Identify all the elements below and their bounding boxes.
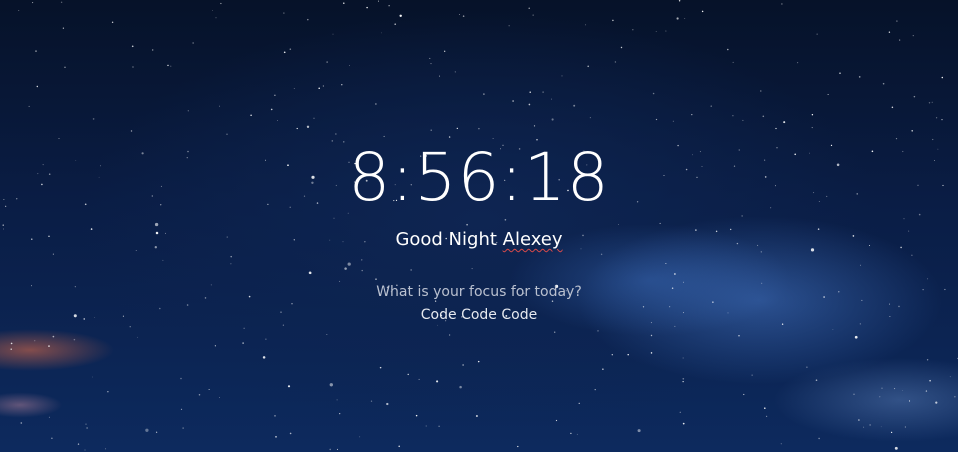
focus-answer[interactable]: Code Code Code <box>0 305 958 325</box>
greeting: Good Night Alexey <box>0 228 958 252</box>
clock-time: 8:56:18 <box>348 139 610 216</box>
main-content: 8:56:18 Good Night Alexey What is your f… <box>0 0 958 452</box>
focus-question: What is your focus for today? <box>376 284 582 300</box>
greeting-name[interactable]: Alexey <box>503 229 563 250</box>
greeting-prefix: Good Night <box>395 229 503 250</box>
